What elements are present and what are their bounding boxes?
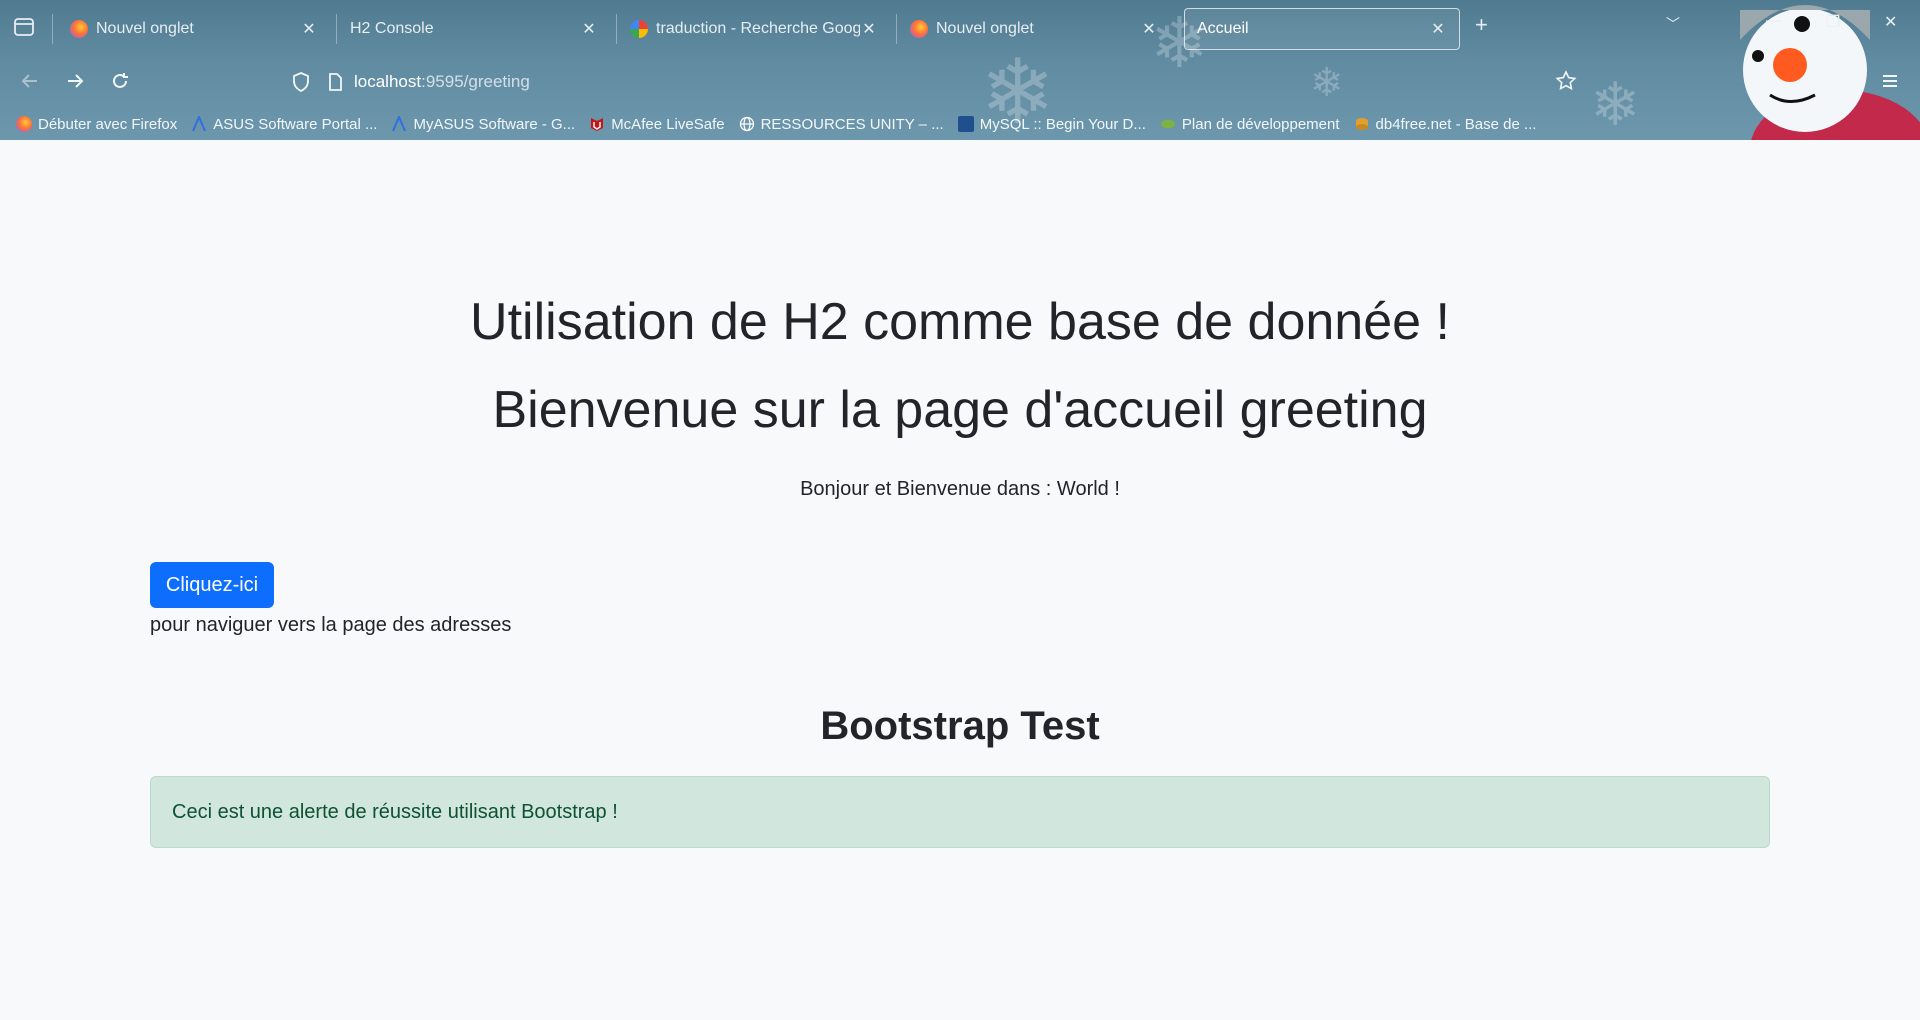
bookmark-plan-developpement[interactable]: Plan de développement	[1160, 116, 1340, 133]
star-icon	[1555, 70, 1577, 91]
bookmark-myasus[interactable]: MyASUS Software - G...	[391, 116, 575, 133]
page-content: Utilisation de H2 comme base de donnée !…	[0, 140, 1920, 1020]
bookmark-mysql[interactable]: MySQL :: Begin Your D...	[957, 115, 1146, 133]
close-window-button[interactable]: ✕	[1884, 12, 1897, 32]
tab-close-icon[interactable]: ✕	[580, 19, 598, 39]
tab-nouvel-onglet-1[interactable]: Nouvel onglet ✕	[58, 8, 330, 50]
back-button[interactable]	[16, 67, 44, 95]
navigate-hint-text: pour naviguer vers la page des adresses	[150, 614, 512, 636]
minimize-window-button[interactable]: —	[1766, 12, 1782, 30]
arrow-left-icon	[21, 74, 37, 88]
success-alert: Ceci est une alerte de réussite utilisan…	[150, 776, 1770, 848]
tab-title: Nouvel onglet	[96, 20, 194, 37]
tab-close-icon[interactable]: ✕	[1429, 19, 1447, 39]
url-text[interactable]: localhost:9595/greeting	[354, 72, 530, 92]
page-heading-welcome: Bienvenue sur la page d'accueil greeting	[492, 381, 1428, 439]
firefox-icon	[910, 20, 928, 38]
new-tab-button[interactable]: +	[1475, 12, 1488, 38]
tab-separator	[52, 14, 53, 44]
tab-bar: Nouvel onglet ✕ H2 Console ✕ traduction …	[0, 0, 1920, 54]
bookmark-label: RESSOURCES UNITY – ...	[760, 115, 944, 133]
tab-separator	[896, 14, 897, 44]
tab-overview-button[interactable]	[12, 15, 36, 39]
forward-button[interactable]	[61, 67, 89, 95]
bootstrap-test-title: Bootstrap Test	[820, 704, 1100, 748]
url-bar[interactable]: localhost:9595/greeting	[290, 64, 1590, 100]
tab-traduction-google[interactable]: traduction - Recherche Google ✕	[618, 8, 890, 50]
tab-nouvel-onglet-2[interactable]: Nouvel onglet ✕	[898, 8, 1170, 50]
restore-window-button[interactable]: ❐	[1826, 12, 1840, 32]
bookmark-label: ASUS Software Portal ...	[213, 115, 378, 133]
database-icon	[1355, 118, 1368, 130]
url-host: localhost	[354, 72, 422, 91]
shield-icon[interactable]	[290, 71, 312, 93]
url-path: :9595/greeting	[421, 72, 530, 91]
reload-button[interactable]	[106, 67, 134, 95]
bookmark-label: Plan de développement	[1181, 115, 1340, 133]
bookmark-db4free[interactable]: db4free.net - Base de ...	[1354, 115, 1537, 133]
globe-icon	[739, 116, 754, 132]
bookmark-debuter-firefox[interactable]: Débuter avec Firefox	[16, 116, 177, 133]
navigation-bar: localhost:9595/greeting	[0, 58, 1920, 104]
reload-icon	[113, 73, 128, 88]
asus-icon	[192, 116, 207, 132]
bookmark-star-button[interactable]	[1552, 67, 1580, 95]
bookmarks-toolbar: Débuter avec Firefox ASUS Software Porta…	[0, 110, 1920, 138]
success-alert-text: Ceci est une alerte de réussite utilisan…	[172, 800, 618, 823]
tab-overview-icon	[14, 18, 34, 36]
tab-close-icon[interactable]: ✕	[860, 19, 878, 39]
mcafee-icon	[591, 118, 604, 131]
mysql-icon	[957, 116, 974, 132]
bookmark-label: MyASUS Software - G...	[413, 115, 576, 133]
navigate-addresses-button[interactable]: Cliquez-ici	[150, 562, 274, 608]
tab-h2-console[interactable]: H2 Console ✕	[338, 8, 610, 50]
firefox-icon	[70, 20, 88, 38]
tab-separator	[336, 14, 337, 44]
list-all-tabs-chevron-icon[interactable]: ﹀	[1666, 14, 1680, 34]
tab-title: traduction - Recherche Google	[656, 20, 860, 37]
bookmark-label: Débuter avec Firefox	[38, 115, 178, 133]
tab-close-icon[interactable]: ✕	[300, 19, 318, 39]
bookmark-label: MySQL :: Begin Your D...	[979, 115, 1146, 133]
browser-chrome: ❄ ❄ ❄ ❄ Nouvel onglet ✕ H2 Console ✕ tra…	[0, 0, 1920, 140]
tab-title: Nouvel onglet	[936, 20, 1034, 37]
tab-accueil[interactable]: Accueil ✕	[1184, 8, 1460, 50]
tab-title: Accueil	[1197, 20, 1249, 37]
page-heading-h2-database: Utilisation de H2 comme base de donnée !	[470, 293, 1450, 351]
bookmark-ressources-unity[interactable]: RESSOURCES UNITY – ...	[739, 116, 944, 133]
bookmark-label: db4free.net - Base de ...	[1375, 115, 1537, 133]
bookmark-label: McAfee LiveSafe	[611, 115, 725, 133]
bookmark-asus-portal[interactable]: ASUS Software Portal ...	[191, 116, 377, 133]
tab-separator	[616, 14, 617, 44]
tab-close-icon[interactable]: ✕	[1140, 19, 1158, 39]
tab-title: H2 Console	[350, 20, 434, 37]
firefox-icon	[16, 116, 32, 132]
asus-icon	[392, 116, 407, 132]
google-icon	[630, 20, 648, 38]
page-icon[interactable]	[324, 71, 346, 93]
bookmark-mcafee[interactable]: McAfee LiveSafe	[589, 115, 725, 133]
arrow-right-icon	[68, 74, 84, 88]
greeting-message: Bonjour et Bienvenue dans : World !	[800, 478, 1120, 500]
leaf-icon	[1160, 119, 1175, 129]
